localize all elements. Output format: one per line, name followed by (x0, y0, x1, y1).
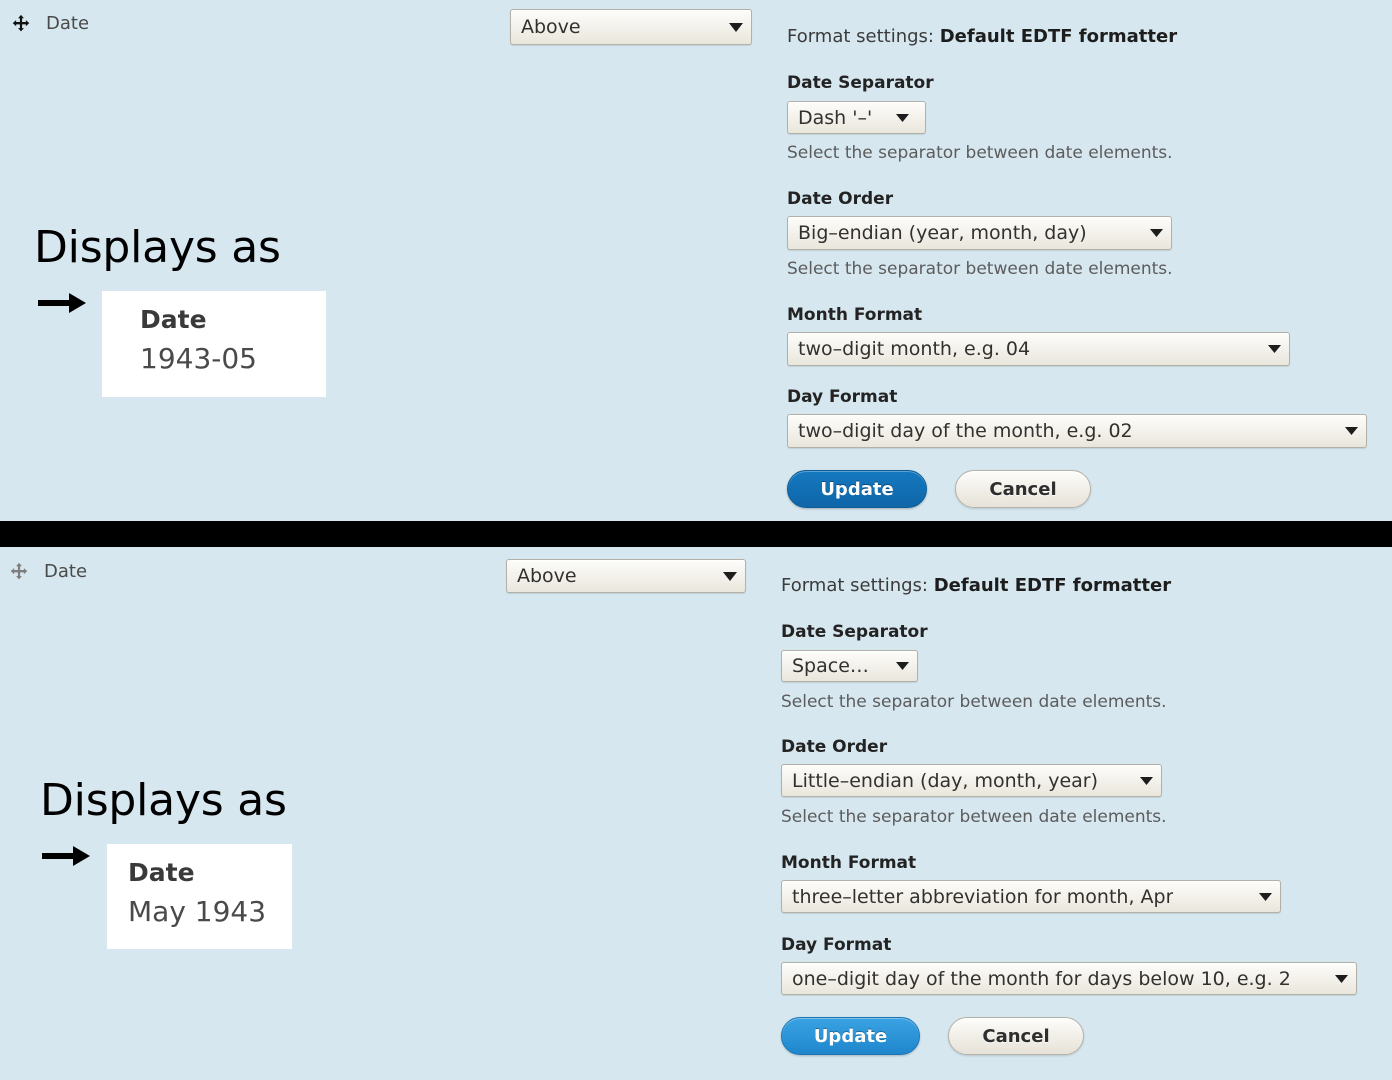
right-arrow-icon (38, 290, 86, 316)
month-format-select[interactable]: two–digit month, e.g. 04 (787, 332, 1290, 366)
chevron-down-icon (1335, 427, 1358, 435)
format-settings-title-name: Default EDTF formatter (939, 26, 1178, 47)
date-order-select[interactable]: Big–endian (year, month, day) (787, 216, 1172, 250)
date-separator-value: Space ' ' (792, 655, 872, 677)
month-format-value: three–letter abbreviation for month, Apr (792, 885, 1174, 908)
chevron-down-icon (886, 662, 909, 670)
date-order-value: Little–endian (day, month, year) (792, 769, 1099, 792)
move-arrows-icon[interactable] (10, 14, 32, 36)
field-preview-card: Date May 1943 (107, 844, 292, 949)
date-separator-select[interactable]: Space ' ' (781, 650, 918, 682)
preview-field-value: May 1943 (128, 895, 267, 928)
chevron-down-icon (1140, 229, 1163, 237)
right-arrow-icon (42, 843, 90, 869)
chevron-down-icon (1258, 345, 1281, 353)
date-separator-value: Dash '–' (798, 106, 873, 129)
day-format-value: one–digit day of the month for days belo… (792, 967, 1291, 990)
field-settings-panel-bottom: Date Above Displays as Date May 1943 For… (0, 547, 1392, 1080)
preview-field-label: Date (140, 305, 207, 334)
field-name-label: Date (44, 561, 88, 582)
date-order-description: Select the separator between date elemen… (787, 259, 1173, 279)
chevron-down-icon (886, 113, 910, 122)
format-settings-title-prefix: Format settings: (787, 26, 934, 47)
month-format-value: two–digit month, e.g. 04 (798, 338, 1031, 360)
update-button[interactable]: Update (781, 1017, 920, 1055)
field-settings-panel-top: Date Above Displays as Date 1943-05 Form… (0, 0, 1392, 521)
date-order-label: Date Order (787, 189, 894, 209)
field-header-row: Date Above (0, 547, 1392, 603)
date-separator-description: Select the separator between date elemen… (787, 143, 1173, 163)
preview-field-value: 1943-05 (140, 342, 257, 375)
field-name-label: Date (46, 13, 90, 34)
panel-divider (0, 521, 1392, 547)
day-format-label: Day Format (781, 935, 892, 955)
format-settings-title: Format settings: Default EDTF formatter (787, 26, 1177, 47)
chevron-down-icon (1325, 974, 1348, 983)
date-separator-description: Select the separator between date elemen… (781, 692, 1167, 712)
month-format-select[interactable]: three–letter abbreviation for month, Apr (781, 880, 1281, 913)
day-format-value: two–digit day of the month, e.g. 02 (798, 420, 1133, 442)
format-settings-title-prefix: Format settings: (781, 575, 928, 596)
month-format-label: Month Format (781, 853, 917, 873)
format-settings-title-name: Default EDTF formatter (933, 575, 1172, 596)
label-display-select[interactable]: Above (510, 9, 752, 45)
label-display-select[interactable]: Above (506, 559, 746, 593)
date-order-value: Big–endian (year, month, day) (798, 222, 1087, 244)
preview-field-label: Date (128, 858, 195, 887)
date-order-label: Date Order (781, 737, 888, 757)
day-format-select[interactable]: one–digit day of the month for days belo… (781, 962, 1357, 995)
date-order-description: Select the separator between date elemen… (781, 807, 1167, 827)
format-settings-title: Format settings: Default EDTF formatter (781, 575, 1171, 596)
cancel-button[interactable]: Cancel (948, 1017, 1084, 1055)
chevron-down-icon (713, 571, 737, 581)
chevron-down-icon (1130, 776, 1153, 785)
field-header-row: Date Above (0, 0, 1392, 56)
displays-as-caption: Displays as (40, 775, 287, 826)
label-display-value: Above (521, 16, 581, 38)
date-order-select[interactable]: Little–endian (day, month, year) (781, 764, 1162, 797)
date-separator-label: Date Separator (787, 73, 934, 93)
day-format-label: Day Format (787, 387, 898, 407)
date-separator-select[interactable]: Dash '–' (787, 101, 926, 134)
field-preview-card: Date 1943-05 (102, 291, 326, 397)
month-format-label: Month Format (787, 305, 923, 325)
update-button[interactable]: Update (787, 470, 927, 508)
chevron-down-icon (1249, 892, 1272, 901)
label-display-value: Above (517, 565, 577, 587)
displays-as-caption: Displays as (34, 222, 281, 273)
chevron-down-icon (719, 22, 743, 32)
screenshot-root: Date Above Displays as Date 1943-05 Form… (0, 0, 1392, 1080)
date-separator-label: Date Separator (781, 622, 928, 642)
move-arrows-icon[interactable] (8, 562, 30, 584)
day-format-select[interactable]: two–digit day of the month, e.g. 02 (787, 414, 1367, 448)
cancel-button[interactable]: Cancel (955, 470, 1091, 508)
